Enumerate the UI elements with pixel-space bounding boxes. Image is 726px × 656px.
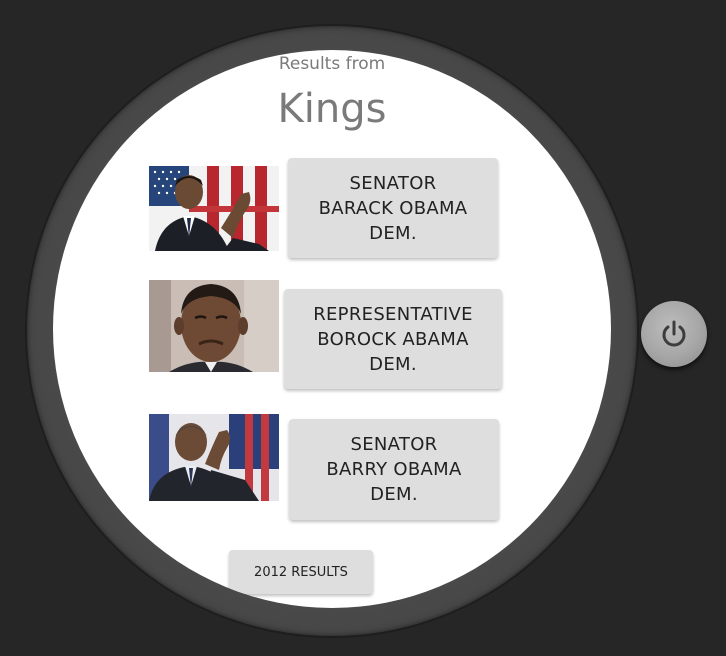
portrait-closeup-image: [149, 280, 279, 372]
portrait-flag-background-image: [149, 166, 279, 251]
year-results-button[interactable]: 2012 RESULTS: [229, 550, 373, 594]
representative-photo-2: [149, 280, 279, 372]
representative-button-1[interactable]: SENATOR BARACK OBAMA DEM.: [288, 158, 498, 258]
power-icon: [662, 320, 686, 347]
watch-screen: Results from Kings SENATOR BARACK OBAMA …: [53, 50, 611, 608]
district-title: Kings: [277, 86, 387, 132]
results-from-label: Results from: [278, 54, 386, 74]
portrait-flag-salute-image: [149, 414, 279, 501]
emulator-frame: Results from Kings SENATOR BARACK OBAMA …: [0, 0, 726, 656]
power-button[interactable]: [641, 301, 707, 367]
representative-button-3[interactable]: SENATOR BARRY OBAMA DEM.: [289, 419, 499, 520]
representative-button-2[interactable]: REPRESENTATIVE BOROCK ABAMA DEM.: [284, 289, 502, 389]
representative-photo-1: [149, 166, 279, 251]
representative-photo-3: [149, 414, 279, 501]
